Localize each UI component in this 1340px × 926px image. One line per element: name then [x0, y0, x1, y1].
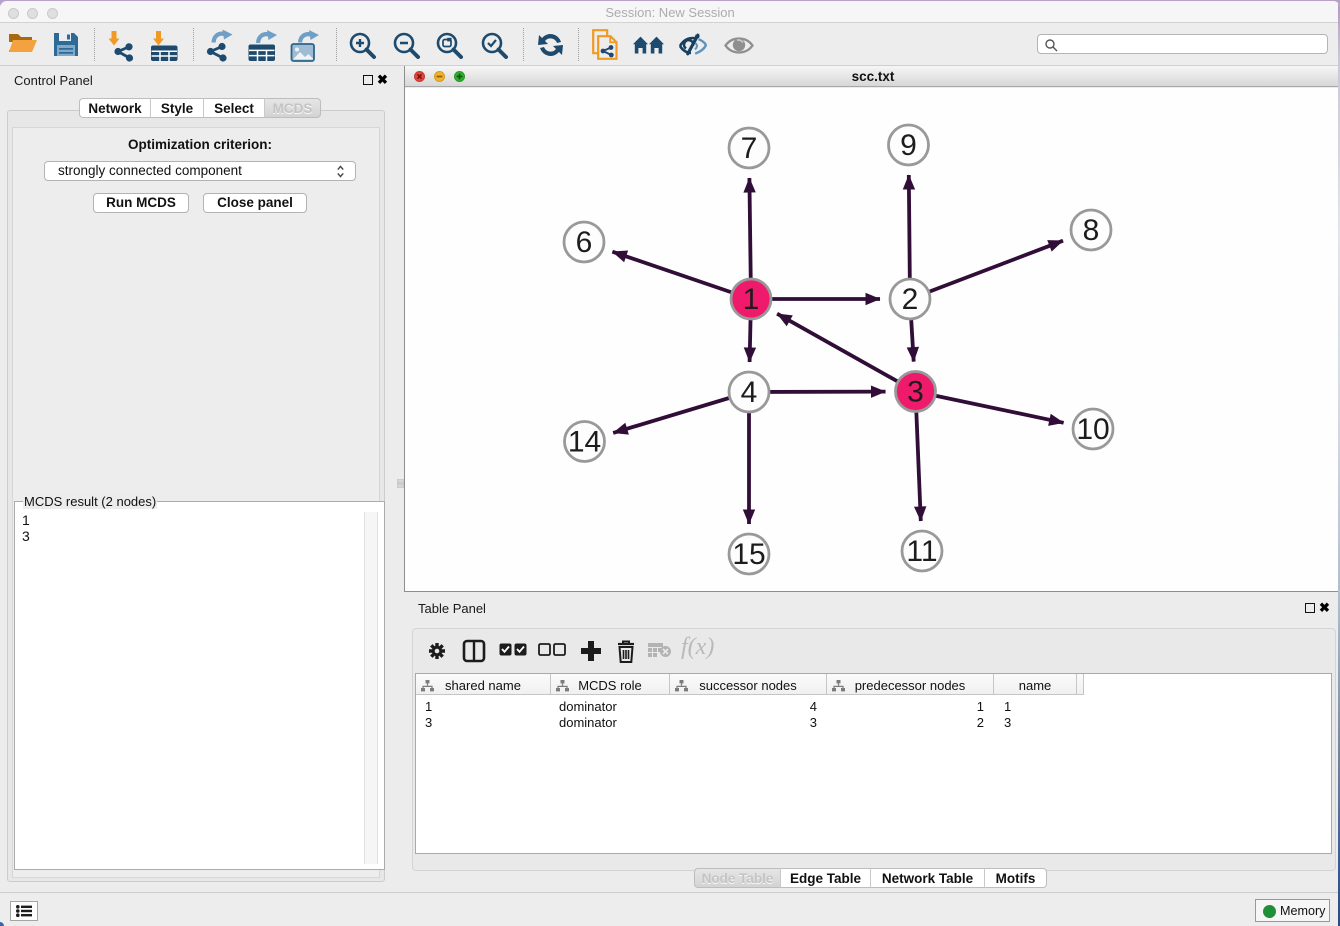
svg-text:1: 1 — [743, 283, 760, 316]
svg-text:15: 15 — [732, 538, 765, 571]
svg-text:8: 8 — [1083, 214, 1100, 247]
svg-text:14: 14 — [568, 426, 601, 459]
svg-text:10: 10 — [1076, 413, 1109, 446]
svg-text:3: 3 — [907, 376, 924, 409]
svg-text:4: 4 — [741, 376, 758, 409]
svg-text:9: 9 — [900, 129, 917, 162]
svg-text:6: 6 — [576, 226, 593, 259]
svg-text:11: 11 — [906, 535, 937, 568]
svg-text:2: 2 — [902, 283, 919, 316]
svg-text:7: 7 — [741, 132, 758, 165]
